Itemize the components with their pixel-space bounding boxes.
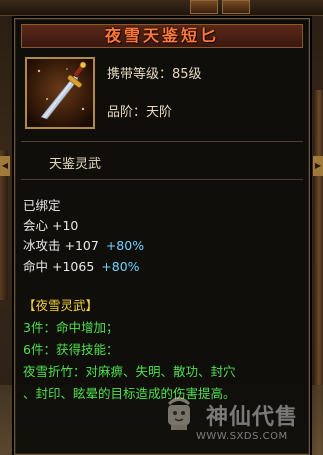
stat-label: 冰攻击	[23, 238, 61, 253]
stat-line: 会心 +10	[23, 215, 78, 234]
toolbar-slot-icon[interactable]	[190, 0, 218, 14]
item-name: 夜雪天鉴短匕	[104, 26, 219, 45]
watermark-url: WWW.SXDS.COM	[196, 431, 288, 442]
right-tab[interactable]: ▶	[313, 156, 323, 176]
dagger-icon	[27, 59, 93, 127]
set-bonus-line: 3件：命中增加；	[23, 320, 119, 335]
bound-status: 已绑定	[23, 198, 61, 213]
set-title: 【夜雪灵武】	[23, 298, 99, 313]
divider	[21, 179, 303, 180]
stat-percent: +80%	[105, 238, 145, 253]
item-series: 天鉴灵武	[49, 157, 102, 172]
divider	[21, 141, 303, 142]
stat-percent: +80%	[101, 259, 140, 274]
carry-level: 携带等级：85级	[107, 67, 202, 82]
stat-value: +1065	[52, 259, 95, 274]
site-watermark: 神仙代售 WWW.SXDS.COM	[150, 385, 322, 455]
stat-label: 会心	[23, 218, 49, 233]
item-title-bar: 夜雪天鉴短匕	[21, 24, 303, 48]
left-tab[interactable]: ◀	[0, 156, 10, 176]
mascot-logo-icon	[168, 397, 190, 430]
set-bonus-line: 夜雪折竹：对麻痹、失明、散功、封穴	[23, 364, 236, 379]
set-bonus-line: 6件：获得技能：	[23, 342, 119, 357]
stat-label: 命中	[23, 259, 49, 274]
stat-line: 冰攻击 +107 +80%	[23, 235, 144, 254]
item-grade: 品阶：天阶	[107, 105, 173, 120]
toolbar-slot-icon[interactable]	[222, 0, 250, 14]
stat-value: +107	[64, 238, 99, 253]
watermark-text: 神仙代售	[206, 405, 299, 430]
item-icon-frame	[25, 57, 95, 129]
stat-line: 命中 +1065 +80%	[23, 256, 140, 275]
stat-value: +10	[52, 218, 79, 233]
top-toolbar	[0, 0, 323, 16]
